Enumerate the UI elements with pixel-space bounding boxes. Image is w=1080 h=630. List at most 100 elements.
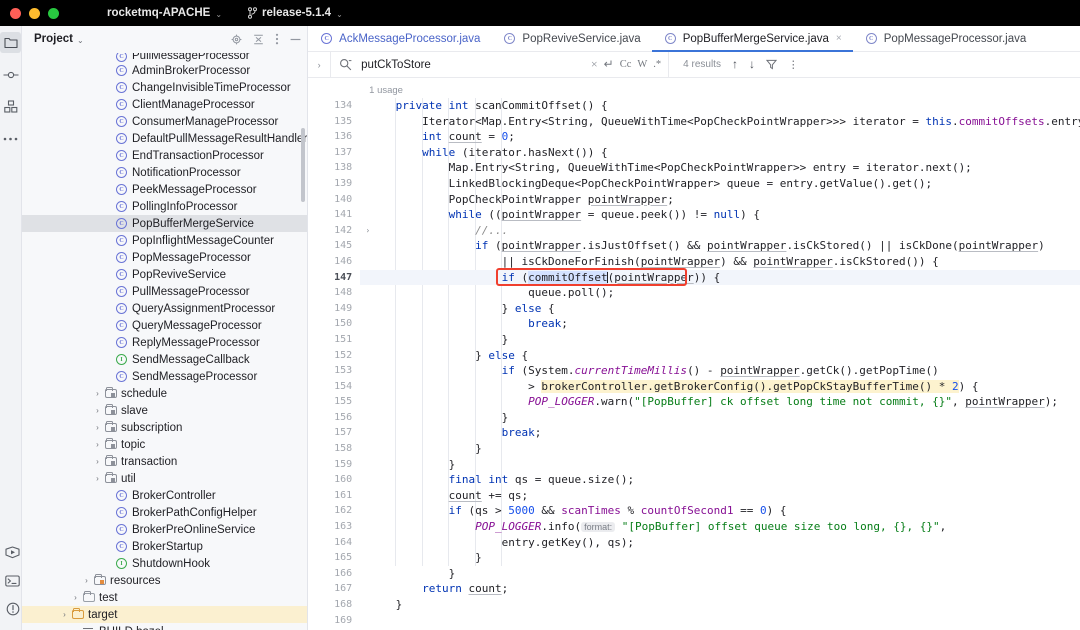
filter-icon[interactable] xyxy=(765,59,777,70)
code-line-145[interactable]: if (pointWrapper.isJustOffset() && point… xyxy=(360,238,1080,254)
line-number-137[interactable]: 137 xyxy=(308,145,360,161)
code-line-135[interactable]: Iterator<Map.Entry<String, QueueWithTime… xyxy=(360,114,1080,130)
line-number-155[interactable]: 155 xyxy=(308,394,360,410)
tree-item-replymessageprocessor[interactable]: C ReplyMessageProcessor xyxy=(22,334,307,351)
tree-item-popreviveservice[interactable]: C PopReviveService xyxy=(22,266,307,283)
tree-item-sendmessageprocessor[interactable]: C SendMessageProcessor xyxy=(22,368,307,385)
editor-tab-ackmessageprocessor[interactable]: C AckMessageProcessor.java xyxy=(308,26,491,51)
code-viewport[interactable]: 134 135 136 137 138 139 140 141 142 › 145 146 147 148… xyxy=(308,78,1080,630)
line-number-164[interactable]: 164 xyxy=(308,535,360,551)
code-line-140[interactable]: PopCheckPointWrapper pointWrapper; xyxy=(360,192,1080,208)
line-number-134[interactable]: 134 xyxy=(308,98,360,114)
code-line-165[interactable]: } xyxy=(360,550,1080,566)
source-code[interactable]: 1 usage private int scanCommitOffset() {… xyxy=(360,78,1080,630)
branch-selector[interactable]: release-5.1.4 ⌄ xyxy=(248,7,343,19)
code-line-169[interactable] xyxy=(360,613,1080,629)
line-number-151[interactable]: 151 xyxy=(308,332,360,348)
code-line-149[interactable]: } else { xyxy=(360,301,1080,317)
code-line-155[interactable]: POP_LOGGER.warn("[PopBuffer] ck offset l… xyxy=(360,394,1080,410)
code-line-138[interactable]: Map.Entry<String, QueueWithTime<PopCheck… xyxy=(360,160,1080,176)
tree-item-resources[interactable]: › resources xyxy=(22,572,307,589)
line-number-140[interactable]: 140 xyxy=(308,192,360,208)
code-line-151[interactable]: } xyxy=(360,332,1080,348)
tree-item-queryassignmentprocessor[interactable]: C QueryAssignmentProcessor xyxy=(22,300,307,317)
tree-item-brokercontroller[interactable]: C BrokerController xyxy=(22,487,307,504)
chevron-right-icon[interactable]: › xyxy=(92,440,103,449)
line-number-169[interactable]: 169 xyxy=(308,613,360,629)
next-match-button[interactable]: ↓ xyxy=(749,57,755,72)
maximize-window-button[interactable] xyxy=(48,7,59,19)
project-panel-title-group[interactable]: Project ⌄ xyxy=(34,33,84,45)
code-line-152[interactable]: } else { xyxy=(360,348,1080,364)
tree-item-test[interactable]: › test xyxy=(22,589,307,606)
chevron-right-icon[interactable]: › xyxy=(81,576,92,585)
tree-item-defaultpullmessageresulthandler[interactable]: C DefaultPullMessageResultHandler xyxy=(22,130,307,147)
line-number-142[interactable]: 142 › xyxy=(308,223,370,239)
line-number-162[interactable]: 162 xyxy=(308,503,360,519)
line-number-156[interactable]: 156 xyxy=(308,410,360,426)
commit-tool-icon[interactable] xyxy=(0,64,21,85)
line-number-145[interactable]: 145 xyxy=(308,238,360,254)
line-number-141[interactable]: 141 xyxy=(308,207,360,223)
code-line-154[interactable]: > brokerController.getBrokerConfig().get… xyxy=(360,379,1080,395)
run-tool-icon[interactable] xyxy=(2,542,23,563)
collapse-all-icon[interactable] xyxy=(253,34,264,45)
tree-item-querymessageprocessor[interactable]: C QueryMessageProcessor xyxy=(22,317,307,334)
tree-item-pollinginfoprocessor[interactable]: C PollingInfoProcessor xyxy=(22,198,307,215)
line-number-136[interactable]: 136 xyxy=(308,129,360,145)
code-line-160[interactable]: final int qs = queue.size(); xyxy=(360,472,1080,488)
project-tool-icon[interactable] xyxy=(0,32,21,53)
tree-item-consumermanageprocessor[interactable]: C ConsumerManageProcessor xyxy=(22,113,307,130)
code-line-142[interactable]: //... xyxy=(360,223,1080,239)
code-line-164[interactable]: entry.getKey(), qs); xyxy=(360,535,1080,551)
line-number-158[interactable]: 158 xyxy=(308,441,360,457)
editor-tab-popmessageprocessor[interactable]: C PopMessageProcessor.java xyxy=(853,26,1038,51)
tree-item-brokerpreonlineservice[interactable]: C BrokerPreOnlineService xyxy=(22,521,307,538)
tree-item-endtransactionprocessor[interactable]: C EndTransactionProcessor xyxy=(22,147,307,164)
tree-item-brokerstartup[interactable]: C BrokerStartup xyxy=(22,538,307,555)
code-line-167[interactable]: return count; xyxy=(360,581,1080,597)
line-number-150[interactable]: 150 xyxy=(308,316,360,332)
code-line-147[interactable]: if (commitOffset(pointWrapper)) { xyxy=(360,269,1080,286)
chevron-right-icon[interactable]: › xyxy=(92,474,103,483)
chevron-right-icon[interactable]: › xyxy=(59,610,70,619)
close-tab-icon[interactable]: × xyxy=(836,33,842,44)
usage-hint[interactable]: 1 usage xyxy=(360,84,1080,98)
code-line-141[interactable]: while ((pointWrapper = queue.peek()) != … xyxy=(360,207,1080,223)
line-number-148[interactable]: 148 xyxy=(308,285,360,301)
close-window-button[interactable] xyxy=(10,7,21,19)
code-line-150[interactable]: break; xyxy=(360,316,1080,332)
line-number-161[interactable]: 161 xyxy=(308,488,360,504)
line-number-168[interactable]: 168 xyxy=(308,597,360,613)
line-number-146[interactable]: 146 xyxy=(308,254,360,270)
code-line-148[interactable]: queue.poll(); xyxy=(360,285,1080,301)
code-line-134[interactable]: private int scanCommitOffset() { xyxy=(360,98,1080,114)
settings-gear-icon[interactable] xyxy=(231,34,242,45)
line-number-165[interactable]: 165 xyxy=(308,550,360,566)
tree-item-peekmessageprocessor[interactable]: C PeekMessageProcessor xyxy=(22,181,307,198)
search-input[interactable]: putCkToStore xyxy=(361,59,585,71)
new-line-toggle[interactable]: ↵ xyxy=(604,57,614,72)
code-line-162[interactable]: if (qs > 5000 && scanTimes % countOfSeco… xyxy=(360,503,1080,519)
tree-item-sendmessagecallback[interactable]: I SendMessageCallback xyxy=(22,351,307,368)
project-selector[interactable]: rocketmq-APACHE ⌄ xyxy=(107,7,222,19)
code-line-136[interactable]: int count = 0; xyxy=(360,129,1080,145)
tree-item-build-bazel[interactable]: BUILD.bazel xyxy=(22,623,307,630)
line-number-gutter[interactable]: 134 135 136 137 138 139 140 141 142 › 145 146 147 148… xyxy=(308,78,384,630)
tree-item-popbuffermergeservice[interactable]: C PopBufferMergeService xyxy=(22,215,308,232)
line-number-135[interactable]: 135 xyxy=(308,114,360,130)
line-number-149[interactable]: 149 xyxy=(308,301,360,317)
tree-item-clientmanageprocessor[interactable]: C ClientManageProcessor xyxy=(22,96,307,113)
line-number-157[interactable]: 157 xyxy=(308,425,360,441)
chevron-right-icon[interactable]: › xyxy=(70,593,81,602)
line-number-139[interactable]: 139 xyxy=(308,176,360,192)
code-line-146[interactable]: || isCkDoneForFinish(pointWrapper) && po… xyxy=(360,254,1080,270)
tree-item-shutdownhook[interactable]: I ShutdownHook xyxy=(22,555,307,572)
tree-item-notificationprocessor[interactable]: C NotificationProcessor xyxy=(22,164,307,181)
tree-item-subscription[interactable]: › subscription xyxy=(22,419,307,436)
hide-panel-icon[interactable] xyxy=(290,38,301,41)
editor-tab-popbuffermergeservice[interactable]: C PopBufferMergeService.java × xyxy=(651,26,853,52)
code-line-137[interactable]: while (iterator.hasNext()) { xyxy=(360,145,1080,161)
tree-item-popinflightmessagecounter[interactable]: C PopInflightMessageCounter xyxy=(22,232,307,249)
line-number-152[interactable]: 152 xyxy=(308,348,360,364)
